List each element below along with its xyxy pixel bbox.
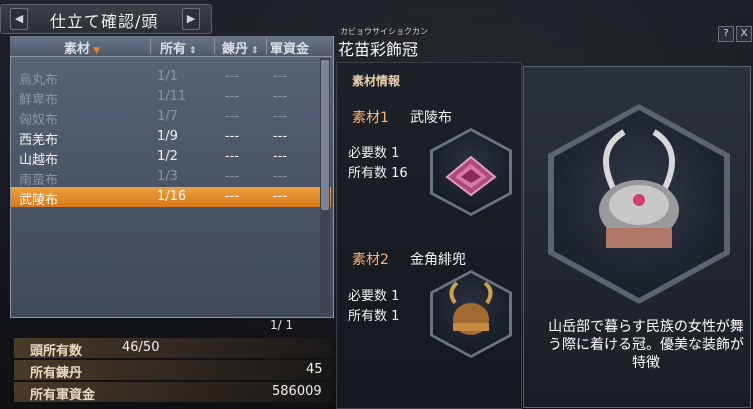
material-row[interactable]: 南蛮布 1/3 --- ---: [11, 167, 331, 188]
close-button[interactable]: X: [736, 26, 752, 42]
material-name: 西羌布: [19, 133, 59, 148]
item-name: 花苗彩飾冠: [338, 40, 419, 59]
head-owned-row: 頭所有数 46/50: [14, 338, 332, 359]
window-title: 仕立て確認/頭: [50, 12, 159, 31]
prev-category-button[interactable]: ◀: [10, 8, 28, 30]
material-name: 匈奴布: [19, 113, 59, 128]
head-owned-label: 頭所有数: [30, 344, 83, 359]
column-funds[interactable]: 軍資金: [270, 38, 309, 57]
material-funds: ---: [273, 189, 288, 204]
head-owned-value: 46/50: [122, 340, 160, 355]
column-owned[interactable]: 所有 ⇕: [160, 38, 197, 57]
material-count: 1/1: [157, 69, 178, 84]
material-name: 山越布: [19, 153, 59, 168]
material-rentan: ---: [225, 109, 240, 124]
material-1-label: 素材1: [352, 110, 389, 126]
rentan-row: 所有錬丹 45: [14, 360, 332, 381]
column-divider: [214, 38, 215, 54]
material-rentan: ---: [225, 149, 240, 164]
funds-row: 所有軍資金 586009: [14, 382, 332, 403]
material-row[interactable]: 鮮卑布 1/11 --- ---: [11, 87, 331, 108]
column-material[interactable]: 素材 ▼: [64, 38, 100, 57]
material-funds: ---: [273, 169, 288, 184]
material-count: 1/7: [157, 109, 178, 124]
material-name: 武陵布: [19, 193, 59, 208]
next-category-button[interactable]: ▶: [182, 8, 200, 30]
material-2-required: 必要数 1: [348, 289, 400, 304]
material-rentan: ---: [225, 69, 240, 84]
material-1-owned: 所有数 16: [348, 166, 408, 181]
material-1-name: 武陵布: [410, 110, 452, 126]
scrollbar-thumb[interactable]: [321, 60, 329, 210]
column-rentan[interactable]: 錬丹 ⇕: [222, 38, 259, 57]
material-count: 1/11: [157, 89, 187, 104]
sort-desc-icon: ▼: [90, 46, 101, 56]
material-count: 1/3: [157, 169, 178, 184]
funds-label: 所有軍資金: [30, 388, 96, 403]
material-row[interactable]: 武陵布 1/16 --- ---: [11, 187, 331, 208]
material-name: 烏丸布: [19, 73, 59, 88]
material-funds: ---: [273, 89, 288, 104]
rentan-value: 45: [306, 362, 323, 377]
material-2-label: 素材2: [352, 252, 389, 268]
material-row[interactable]: 山越布 1/2 --- ---: [11, 147, 331, 168]
material-rentan: ---: [225, 129, 240, 144]
item-description: 山岳部で暮らす民族の女性が舞う際に着ける冠。優美な装飾が特徴: [548, 319, 744, 371]
material-rentan: ---: [225, 189, 240, 204]
sort-toggle-icon: ⇕: [248, 46, 259, 56]
material-count: 1/16: [157, 189, 187, 204]
material-row[interactable]: 烏丸布 1/1 --- ---: [11, 67, 331, 88]
material-count: 1/9: [157, 129, 178, 144]
material-1-required: 必要数 1: [348, 146, 400, 161]
material-funds: ---: [273, 129, 288, 144]
help-button[interactable]: ?: [718, 26, 734, 42]
sort-toggle-icon: ⇕: [186, 46, 197, 56]
material-funds: ---: [273, 69, 288, 84]
material-info-header: 素材情報: [352, 74, 401, 88]
material-2-name: 金角緋兜: [410, 252, 466, 268]
material-row[interactable]: 匈奴布 1/7 --- ---: [11, 107, 331, 128]
material-2-owned: 所有数 1: [348, 309, 400, 324]
material-rentan: ---: [225, 89, 240, 104]
material-count: 1/2: [157, 149, 178, 164]
material-rentan: ---: [225, 169, 240, 184]
funds-value: 586009: [272, 384, 322, 399]
material-name: 南蛮布: [19, 173, 59, 188]
column-divider: [266, 38, 267, 54]
material-funds: ---: [273, 149, 288, 164]
material-row[interactable]: 西羌布 1/9 --- ---: [11, 127, 331, 148]
column-divider: [150, 38, 151, 54]
material-name: 鮮卑布: [19, 93, 59, 108]
material-funds: ---: [273, 109, 288, 124]
page-indicator: 1/ 1: [270, 318, 294, 332]
rentan-label: 所有錬丹: [30, 366, 83, 381]
